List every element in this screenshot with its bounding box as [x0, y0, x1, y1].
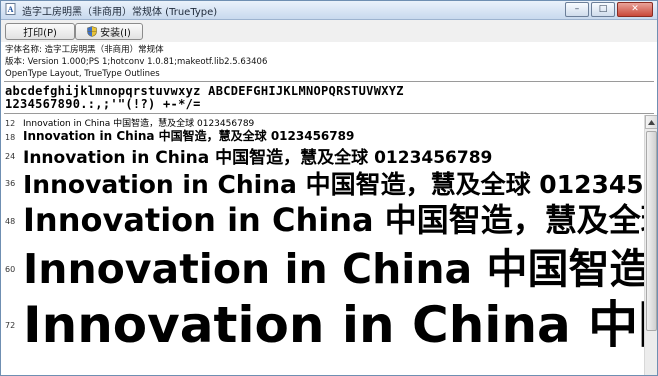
- close-button[interactable]: ✕: [617, 2, 653, 17]
- svg-text:A: A: [8, 5, 14, 14]
- title-bar[interactable]: A 造字工房明黑（非商用）常规体 (TrueType) – □ ✕: [1, 1, 657, 20]
- sample-row-36: 36 Innovation in China 中国智造，慧及全球 0123456…: [1, 165, 644, 199]
- font-info: 字体名称: 造字工房明黑（非商用）常规体 版本: Version 1.000;P…: [5, 44, 267, 80]
- toolbar: 打印(P) 安装(I): [1, 20, 657, 42]
- font-file-icon: A: [5, 3, 16, 15]
- sample-size-label: 24: [5, 152, 16, 161]
- vertical-scrollbar[interactable]: [644, 115, 657, 375]
- font-outlines: OpenType Layout, TrueType Outlines: [5, 69, 160, 79]
- glyph-digits-symbols: 1234567890.:,;'"(!?) +-*/=: [5, 97, 201, 111]
- sample-row-72: 72 Innovation in China 中国智造，慧及全球 0123456…: [1, 285, 644, 354]
- sample-row-24: 24 Innovation in China 中国智造，慧及全球 0123456…: [1, 143, 644, 168]
- install-button[interactable]: 安装(I): [75, 23, 143, 40]
- divider: [4, 113, 654, 114]
- font-preview-window: A 造字工房明黑（非商用）常规体 (TrueType) – □ ✕ 打印(P) …: [0, 0, 658, 376]
- sample-text: Innovation in China 中国智造，慧及全球 0123456789: [23, 129, 355, 143]
- sample-row-48: 48 Innovation in China 中国智造，慧及全球 0123456…: [1, 195, 644, 239]
- print-button[interactable]: 打印(P): [5, 23, 75, 40]
- font-name: 字体名称: 造字工房明黑（非商用）常规体: [5, 45, 164, 55]
- sample-size-label: 72: [5, 321, 16, 330]
- window-controls: – □ ✕: [565, 2, 653, 17]
- scroll-up-button[interactable]: [645, 115, 657, 129]
- sample-size-label: 60: [5, 265, 16, 274]
- sample-row-60: 60 Innovation in China 中国智造，慧及全球 0123456…: [1, 235, 644, 293]
- uac-shield-icon: [87, 26, 97, 37]
- arrow-up-icon: [648, 119, 655, 125]
- sample-size-label: 48: [5, 217, 16, 226]
- font-version: 版本: Version 1.000;PS 1;hotconv 1.0.81;ma…: [5, 57, 268, 67]
- print-button-label: 打印(P): [23, 28, 57, 39]
- maximize-button[interactable]: □: [591, 2, 615, 17]
- minimize-button[interactable]: –: [565, 2, 589, 17]
- glyph-set: abcdefghijklmnopqrstuvwxyz ABCDEFGHIJKLM…: [5, 85, 404, 111]
- divider: [4, 81, 654, 82]
- sample-size-label: 36: [5, 179, 16, 188]
- sample-size-label: 18: [5, 133, 16, 142]
- install-button-label: 安装(I): [100, 28, 131, 39]
- sample-area: 12 Innovation in China 中国智造，慧及全球 0123456…: [1, 115, 644, 375]
- window-title: 造字工房明黑（非商用）常规体 (TrueType): [22, 7, 218, 18]
- scroll-thumb[interactable]: [646, 131, 657, 331]
- sample-text: Innovation in China 中国智造，慧及全球 0123456789: [23, 296, 644, 354]
